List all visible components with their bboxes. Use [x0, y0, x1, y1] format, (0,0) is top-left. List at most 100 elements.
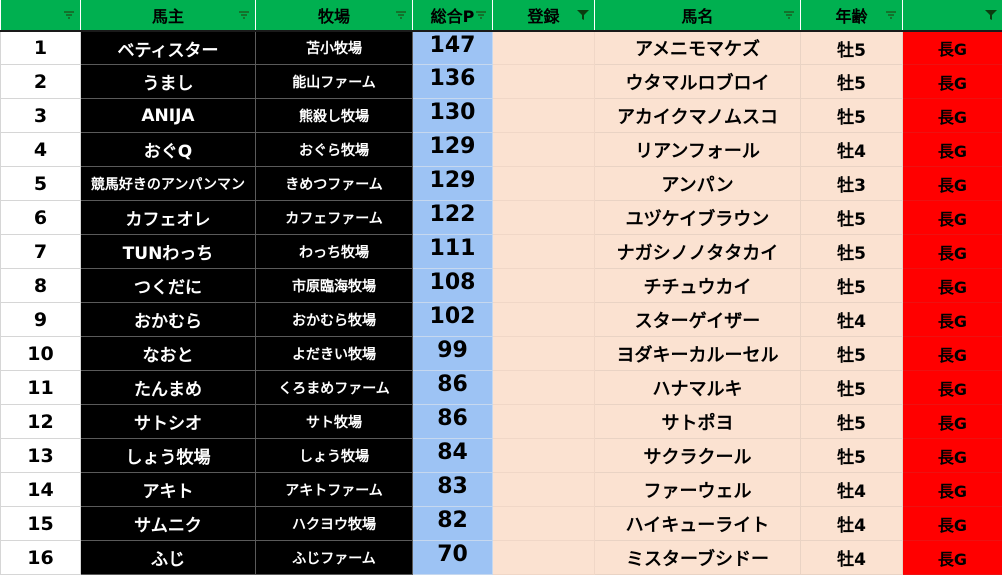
cell-registration[interactable]	[492, 64, 595, 99]
cell-farm[interactable]: わっち牧場	[255, 234, 413, 269]
cell-age[interactable]: 牡5	[800, 98, 903, 133]
cell-horse-name[interactable]: スターゲイザー	[594, 302, 801, 337]
cell-owner[interactable]: なおと	[80, 336, 256, 371]
filter-active-funnel-icon[interactable]	[577, 9, 589, 21]
cell-farm[interactable]: ふじファーム	[255, 540, 413, 575]
cell-owner[interactable]: カフェオレ	[80, 200, 256, 235]
cell-distance[interactable]: 長G	[902, 132, 1002, 167]
cell-owner[interactable]: TUNわっち	[80, 234, 256, 269]
cell-age[interactable]: 牡5	[800, 336, 903, 371]
cell-owner[interactable]: 競馬好きのアンパンマン	[80, 166, 256, 201]
cell-age[interactable]: 牡5	[800, 64, 903, 99]
cell-horse-name[interactable]: ヨダキーカルーセル	[594, 336, 801, 371]
cell-age[interactable]: 牡5	[800, 438, 903, 473]
filter-dropdown-icon[interactable]	[63, 9, 75, 21]
filter-dropdown-icon[interactable]	[783, 9, 795, 21]
cell-points[interactable]: 136	[412, 64, 493, 99]
cell-distance[interactable]: 長G	[902, 302, 1002, 337]
cell-owner[interactable]: おぐQ	[80, 132, 256, 167]
filter-dropdown-icon[interactable]	[395, 9, 407, 21]
cell-owner[interactable]: ふじ	[80, 540, 256, 575]
cell-age[interactable]: 牡5	[800, 30, 903, 65]
cell-owner[interactable]: おかむら	[80, 302, 256, 337]
cell-owner[interactable]: たんまめ	[80, 370, 256, 405]
cell-rank[interactable]: 2	[0, 64, 81, 99]
cell-registration[interactable]	[492, 166, 595, 201]
cell-registration[interactable]	[492, 132, 595, 167]
cell-age[interactable]: 牡3	[800, 166, 903, 201]
cell-distance[interactable]: 長G	[902, 404, 1002, 439]
filter-dropdown-icon[interactable]	[885, 9, 897, 21]
cell-rank[interactable]: 11	[0, 370, 81, 405]
cell-rank[interactable]: 14	[0, 472, 81, 507]
cell-farm[interactable]: 熊殺し牧場	[255, 98, 413, 133]
cell-rank[interactable]: 5	[0, 166, 81, 201]
cell-points[interactable]: 86	[412, 404, 493, 439]
cell-horse-name[interactable]: ハナマルキ	[594, 370, 801, 405]
cell-rank[interactable]: 9	[0, 302, 81, 337]
cell-age[interactable]: 牡5	[800, 404, 903, 439]
cell-owner[interactable]: アキト	[80, 472, 256, 507]
cell-distance[interactable]: 長G	[902, 234, 1002, 269]
cell-horse-name[interactable]: ナガシノノタタカイ	[594, 234, 801, 269]
cell-points[interactable]: 102	[412, 302, 493, 337]
cell-rank[interactable]: 15	[0, 506, 81, 541]
cell-horse-name[interactable]: ファーウェル	[594, 472, 801, 507]
cell-registration[interactable]	[492, 98, 595, 133]
cell-registration[interactable]	[492, 404, 595, 439]
cell-distance[interactable]: 長G	[902, 166, 1002, 201]
cell-rank[interactable]: 3	[0, 98, 81, 133]
cell-horse-name[interactable]: ウタマルロブロイ	[594, 64, 801, 99]
cell-registration[interactable]	[492, 438, 595, 473]
cell-points[interactable]: 130	[412, 98, 493, 133]
cell-rank[interactable]: 10	[0, 336, 81, 371]
cell-distance[interactable]: 長G	[902, 64, 1002, 99]
cell-rank[interactable]: 6	[0, 200, 81, 235]
cell-distance[interactable]: 長G	[902, 336, 1002, 371]
cell-owner[interactable]: サトシオ	[80, 404, 256, 439]
cell-horse-name[interactable]: アンパン	[594, 166, 801, 201]
cell-points[interactable]: 83	[412, 472, 493, 507]
cell-age[interactable]: 牡4	[800, 302, 903, 337]
cell-horse-name[interactable]: リアンフォール	[594, 132, 801, 167]
cell-registration[interactable]	[492, 506, 595, 541]
cell-farm[interactable]: きめつファーム	[255, 166, 413, 201]
cell-registration[interactable]	[492, 336, 595, 371]
cell-farm[interactable]: おぐら牧場	[255, 132, 413, 167]
cell-owner[interactable]: うまし	[80, 64, 256, 99]
cell-points[interactable]: 129	[412, 132, 493, 167]
cell-farm[interactable]: アキトファーム	[255, 472, 413, 507]
cell-owner[interactable]: ベティスター	[80, 30, 256, 65]
cell-age[interactable]: 牡5	[800, 234, 903, 269]
cell-points[interactable]: 84	[412, 438, 493, 473]
cell-age[interactable]: 牡4	[800, 132, 903, 167]
cell-distance[interactable]: 長G	[902, 472, 1002, 507]
cell-age[interactable]: 牡4	[800, 472, 903, 507]
cell-rank[interactable]: 12	[0, 404, 81, 439]
cell-horse-name[interactable]: ミスターブシドー	[594, 540, 801, 575]
cell-horse-name[interactable]: ユヅケイブラウン	[594, 200, 801, 235]
filter-active-funnel-icon[interactable]	[985, 9, 997, 21]
cell-points[interactable]: 70	[412, 540, 493, 575]
cell-registration[interactable]	[492, 30, 595, 65]
cell-horse-name[interactable]: アメニモマケズ	[594, 30, 801, 65]
cell-rank[interactable]: 8	[0, 268, 81, 303]
cell-points[interactable]: 129	[412, 166, 493, 201]
cell-distance[interactable]: 長G	[902, 370, 1002, 405]
filter-dropdown-icon[interactable]	[238, 9, 250, 21]
cell-horse-name[interactable]: ハイキューライト	[594, 506, 801, 541]
cell-registration[interactable]	[492, 370, 595, 405]
cell-rank[interactable]: 7	[0, 234, 81, 269]
cell-owner[interactable]: サムニク	[80, 506, 256, 541]
cell-distance[interactable]: 長G	[902, 506, 1002, 541]
cell-distance[interactable]: 長G	[902, 268, 1002, 303]
cell-rank[interactable]: 16	[0, 540, 81, 575]
cell-rank[interactable]: 1	[0, 30, 81, 65]
cell-owner[interactable]: ANIJA	[80, 98, 256, 133]
cell-farm[interactable]: 市原臨海牧場	[255, 268, 413, 303]
cell-age[interactable]: 牡5	[800, 200, 903, 235]
cell-registration[interactable]	[492, 268, 595, 303]
cell-points[interactable]: 108	[412, 268, 493, 303]
cell-registration[interactable]	[492, 472, 595, 507]
cell-rank[interactable]: 13	[0, 438, 81, 473]
